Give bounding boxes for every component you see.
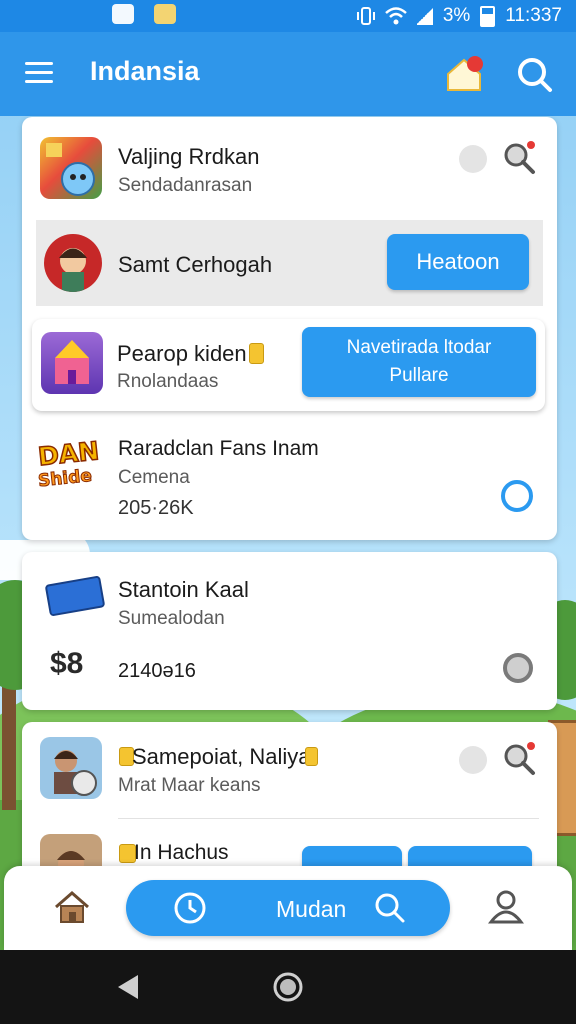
item-title: Samepoiat, Naliya [132,744,311,769]
radio-toggle[interactable] [503,653,533,683]
item-subtitle: Rnolandaas [117,371,219,392]
user-icon[interactable] [486,886,526,926]
battery-percent: 3% [442,5,471,26]
coin-icon [305,747,318,766]
search-icon[interactable] [514,54,554,94]
nav-label: Mudan [276,896,347,922]
ticket-icon [44,575,106,617]
game-thumbnail[interactable] [40,137,102,199]
app-bar: Indansia [0,32,576,116]
action-button[interactable]: Heatoon [387,234,529,290]
coin-icon [249,343,264,364]
home-notification-icon[interactable] [444,54,484,94]
card-stats: Stantoin Kaal Sumealodan $8 2140ə16 [22,552,557,710]
radio-toggle[interactable] [459,145,487,173]
vibrate-icon [356,7,375,25]
search-icon[interactable] [502,141,536,175]
game-logo[interactable]: DAN Shide [38,439,104,515]
nav-tab-active[interactable]: Mudan [126,880,450,936]
wifi-icon [384,7,407,25]
battery-icon [480,5,496,27]
avatar [44,234,102,292]
divider [118,818,539,819]
back-icon[interactable] [116,973,140,1001]
radio-toggle[interactable] [501,480,533,512]
message-notification-icon [154,4,176,24]
item-title: Valjing Rrdkan [118,144,260,169]
status-bar: 3% 11:337 [0,0,576,32]
item-subtitle: Mrat Maar keans [118,775,261,796]
item-title: Samt Cerhogah [118,252,273,277]
game-thumbnail [41,332,103,394]
list-item-featured[interactable]: Pearop kiden Rnolandaas Navetirada ltoda… [32,319,545,411]
system-navigation-bar [0,950,576,1024]
item-subtitle: Cemena [118,467,190,488]
currency-symbol: $8 [50,647,84,680]
menu-icon[interactable] [25,62,53,84]
search-icon[interactable] [502,742,536,776]
radio-toggle[interactable] [459,746,487,774]
player-count: 205·26K [118,497,194,519]
stat-value: 2140ə16 [118,660,196,682]
bottom-navigation: Mudan [4,866,572,950]
card-game-list: Valjing Rrdkan Sendadanrasan Samt Cerhog… [22,117,557,540]
home-button-icon[interactable] [272,971,304,1003]
home-icon[interactable] [52,888,92,928]
app-notification-icon [112,4,134,24]
search-icon[interactable] [372,890,408,926]
promo-button[interactable]: Navetirada ltodar Pullare [302,327,536,397]
signal-icon [416,7,433,25]
item-subtitle: Sumealodan [118,608,225,629]
promo-button-line1: Navetirada ltodar [346,337,492,358]
castle-icon [55,340,89,384]
item-title: Pearop kiden [117,341,247,366]
app-title: Indansia [90,56,200,86]
game-character-icon [46,143,95,196]
item-subtitle: Sendadanrasan [118,175,253,196]
clock-time: 11:337 [505,5,562,26]
item-title: Stantoin Kaal [118,577,249,602]
clock-icon [174,892,206,924]
promo-button-line2: Pullare [389,365,449,386]
list-item-highlighted[interactable]: Samt Cerhogah Heatoon [36,220,543,306]
avatar[interactable] [40,737,102,799]
item-title: Raradclan Fans Inam [118,437,319,460]
item-title: In Hachus [134,841,229,864]
